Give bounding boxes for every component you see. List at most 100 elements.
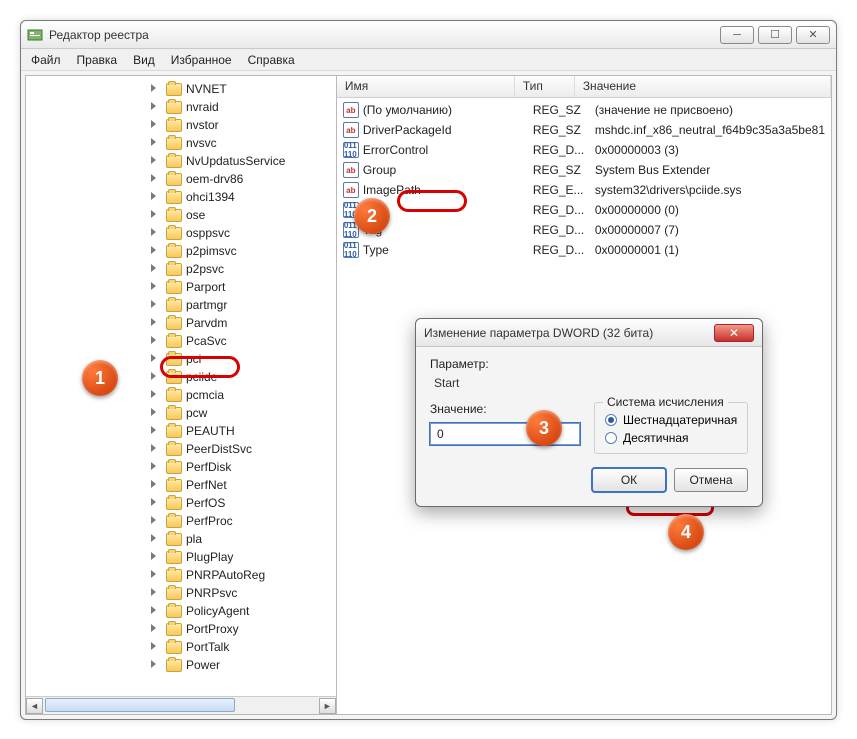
tree-item-nvnet[interactable]: NVNET	[26, 80, 336, 98]
dialog-close-button[interactable]: ✕	[714, 324, 754, 342]
expand-icon[interactable]	[151, 120, 156, 128]
value-row[interactable]: 011 110TagREG_D...0x00000007 (7)	[337, 220, 831, 240]
value-row[interactable]: 011 110ErrorControlREG_D...0x00000003 (3…	[337, 140, 831, 160]
value-row[interactable]: 011 110StartREG_D...0x00000000 (0)	[337, 200, 831, 220]
expand-icon[interactable]	[151, 588, 156, 596]
expand-icon[interactable]	[151, 660, 156, 668]
expand-icon[interactable]	[151, 102, 156, 110]
expand-icon[interactable]	[151, 156, 156, 164]
tree-item-p2psvc[interactable]: p2psvc	[26, 260, 336, 278]
tree-item-power[interactable]: Power	[26, 656, 336, 674]
tree-item-pci[interactable]: pci	[26, 350, 336, 368]
tree-item-pla[interactable]: pla	[26, 530, 336, 548]
close-button[interactable]: ✕	[796, 26, 830, 44]
tree-item-ose[interactable]: ose	[26, 206, 336, 224]
expand-icon[interactable]	[151, 246, 156, 254]
value-row[interactable]: abGroupREG_SZSystem Bus Extender	[337, 160, 831, 180]
horizontal-scrollbar[interactable]: ◄ ►	[26, 696, 336, 714]
app-icon	[27, 27, 43, 43]
column-name[interactable]: Имя	[337, 76, 515, 97]
expand-icon[interactable]	[151, 192, 156, 200]
expand-icon[interactable]	[151, 228, 156, 236]
titlebar[interactable]: Редактор реестра ─ ☐ ✕	[21, 21, 836, 49]
scroll-right-button[interactable]: ►	[319, 698, 336, 714]
tree-item-peauth[interactable]: PEAUTH	[26, 422, 336, 440]
expand-icon[interactable]	[151, 462, 156, 470]
menu-file[interactable]: Файл	[23, 51, 69, 69]
tree-item-nvsvc[interactable]: nvsvc	[26, 134, 336, 152]
minimize-button[interactable]: ─	[720, 26, 754, 44]
values-header[interactable]: Имя Тип Значение	[337, 76, 831, 98]
expand-icon[interactable]	[151, 498, 156, 506]
tree-item-p2pimsvc[interactable]: p2pimsvc	[26, 242, 336, 260]
expand-icon[interactable]	[151, 354, 156, 362]
tree-label: pci	[186, 352, 201, 366]
column-value[interactable]: Значение	[575, 76, 831, 97]
tree-item-partmgr[interactable]: partmgr	[26, 296, 336, 314]
value-row[interactable]: abImagePathREG_E...system32\drivers\pcii…	[337, 180, 831, 200]
expand-icon[interactable]	[151, 570, 156, 578]
tree-item-parport[interactable]: Parport	[26, 278, 336, 296]
tree-item-ohci1394[interactable]: ohci1394	[26, 188, 336, 206]
expand-icon[interactable]	[151, 264, 156, 272]
value-row[interactable]: 011 110TypeREG_D...0x00000001 (1)	[337, 240, 831, 260]
dialog-titlebar[interactable]: Изменение параметра DWORD (32 бита) ✕	[416, 319, 762, 347]
column-type[interactable]: Тип	[515, 76, 575, 97]
tree-item-oem-drv86[interactable]: oem-drv86	[26, 170, 336, 188]
scroll-left-button[interactable]: ◄	[26, 698, 43, 714]
tree-item-perfos[interactable]: PerfOS	[26, 494, 336, 512]
cancel-button[interactable]: Отмена	[674, 468, 748, 492]
expand-icon[interactable]	[151, 408, 156, 416]
tree-item-parvdm[interactable]: Parvdm	[26, 314, 336, 332]
menu-view[interactable]: Вид	[125, 51, 163, 69]
tree-item-pcmcia[interactable]: pcmcia	[26, 386, 336, 404]
radix-dec-radio[interactable]	[605, 432, 617, 444]
expand-icon[interactable]	[151, 444, 156, 452]
tree-item-osppsvc[interactable]: osppsvc	[26, 224, 336, 242]
expand-icon[interactable]	[151, 372, 156, 380]
tree-item-porttalk[interactable]: PortTalk	[26, 638, 336, 656]
tree-item-pcw[interactable]: pcw	[26, 404, 336, 422]
value-row[interactable]: ab(По умолчанию)REG_SZ(значение не присв…	[337, 100, 831, 120]
tree-item-policyagent[interactable]: PolicyAgent	[26, 602, 336, 620]
expand-icon[interactable]	[151, 390, 156, 398]
menu-help[interactable]: Справка	[240, 51, 303, 69]
tree-item-nvraid[interactable]: nvraid	[26, 98, 336, 116]
expand-icon[interactable]	[151, 210, 156, 218]
scroll-thumb[interactable]	[45, 698, 235, 712]
tree-item-perfnet[interactable]: PerfNet	[26, 476, 336, 494]
maximize-button[interactable]: ☐	[758, 26, 792, 44]
expand-icon[interactable]	[151, 336, 156, 344]
menu-favorites[interactable]: Избранное	[163, 51, 240, 69]
tree-item-portproxy[interactable]: PortProxy	[26, 620, 336, 638]
expand-icon[interactable]	[151, 138, 156, 146]
tree-item-nvupdatusservice[interactable]: NvUpdatusService	[26, 152, 336, 170]
menu-edit[interactable]: Правка	[69, 51, 126, 69]
expand-icon[interactable]	[151, 480, 156, 488]
tree-item-pciide[interactable]: pciide	[26, 368, 336, 386]
value-row[interactable]: abDriverPackageIdREG_SZmshdc.inf_x86_neu…	[337, 120, 831, 140]
expand-icon[interactable]	[151, 606, 156, 614]
expand-icon[interactable]	[151, 300, 156, 308]
expand-icon[interactable]	[151, 516, 156, 524]
expand-icon[interactable]	[151, 318, 156, 326]
tree-item-plugplay[interactable]: PlugPlay	[26, 548, 336, 566]
expand-icon[interactable]	[151, 534, 156, 542]
tree-item-pnrpsvc[interactable]: PNRPsvc	[26, 584, 336, 602]
tree-item-nvstor[interactable]: nvstor	[26, 116, 336, 134]
expand-icon[interactable]	[151, 174, 156, 182]
tree-pane[interactable]: NVNETnvraidnvstornvsvcNvUpdatusServiceoe…	[25, 75, 337, 715]
tree-item-pcasvc[interactable]: PcaSvc	[26, 332, 336, 350]
expand-icon[interactable]	[151, 642, 156, 650]
tree-item-perfproc[interactable]: PerfProc	[26, 512, 336, 530]
expand-icon[interactable]	[151, 624, 156, 632]
expand-icon[interactable]	[151, 84, 156, 92]
tree-item-pnrpautoreg[interactable]: PNRPAutoReg	[26, 566, 336, 584]
tree-item-peerdistsvc[interactable]: PeerDistSvc	[26, 440, 336, 458]
tree-item-perfdisk[interactable]: PerfDisk	[26, 458, 336, 476]
expand-icon[interactable]	[151, 282, 156, 290]
expand-icon[interactable]	[151, 552, 156, 560]
radix-hex-radio[interactable]	[605, 414, 617, 426]
expand-icon[interactable]	[151, 426, 156, 434]
ok-button[interactable]: ОК	[592, 468, 666, 492]
